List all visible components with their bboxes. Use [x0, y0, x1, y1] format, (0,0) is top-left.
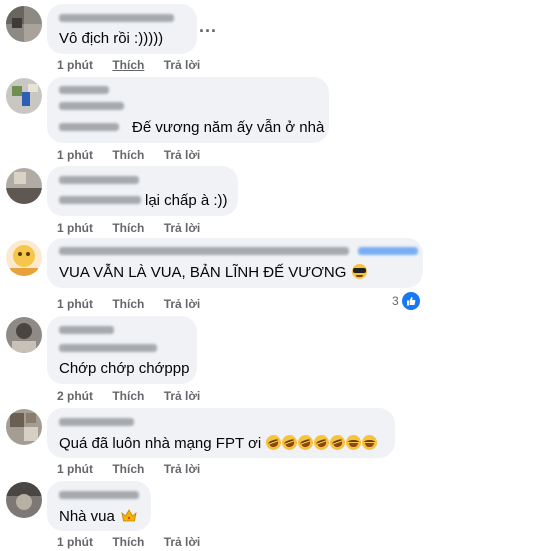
laughing-emoji: [280, 432, 300, 453]
blurred-author-name: [59, 326, 114, 334]
comment-bubble: lại chấp à :)): [47, 166, 238, 216]
like-reaction-icon: [401, 292, 420, 310]
like-button[interactable]: Thích: [112, 297, 144, 311]
comment-text: VUA VẪN LÀ VUA, BẢN LĨNH ĐẾ VƯƠNG: [59, 263, 367, 282]
comment-bubble: Nhà vua: [47, 481, 151, 531]
blurred-author-name: [59, 344, 157, 352]
sunglasses-emoji: [351, 264, 367, 279]
comment-text: Nhà vua: [59, 507, 137, 526]
comment-actions: 1 phút Thích Trả lời: [57, 462, 216, 476]
avatar[interactable]: [6, 240, 42, 276]
reply-button[interactable]: Trả lời: [164, 535, 201, 549]
avatar[interactable]: [6, 409, 42, 445]
like-button[interactable]: Thích: [112, 58, 144, 72]
blurred-author-name: [59, 86, 109, 94]
reaction-number: 3: [392, 294, 399, 308]
reply-button[interactable]: Trả lời: [164, 462, 201, 476]
laughing-emoji: [346, 435, 362, 450]
laughing-emoji: [362, 435, 378, 450]
comment-text: Chớp chớp chớppp: [59, 360, 190, 377]
comment-bubble: Quá đã luôn nhà mạng FPT ơi: [47, 408, 395, 458]
reply-button[interactable]: Trả lời: [164, 58, 201, 72]
blurred-author-name: [59, 14, 174, 22]
timestamp[interactable]: 1 phút: [57, 535, 93, 549]
timestamp[interactable]: 1 phút: [57, 58, 93, 72]
blurred-author-name: [59, 102, 124, 110]
timestamp[interactable]: 1 phút: [57, 148, 93, 162]
blurred-author-name: [59, 176, 139, 184]
comment-actions: 1 phút Thích Trả lời: [57, 58, 216, 72]
like-button[interactable]: Thích: [112, 462, 144, 476]
laughing-emoji: [264, 432, 284, 453]
timestamp[interactable]: 1 phút: [57, 297, 93, 311]
like-button[interactable]: Thích: [112, 389, 144, 403]
avatar[interactable]: [6, 168, 42, 204]
comment-actions: 1 phút Thích Trả lời: [57, 297, 216, 311]
like-button[interactable]: Thích: [112, 221, 144, 235]
comment-bubble: Vô địch rồi :))))): [47, 4, 197, 54]
comment-actions: 1 phút Thích Trả lời: [57, 221, 216, 235]
timestamp[interactable]: 1 phút: [57, 462, 93, 476]
laughing-emoji: [312, 432, 332, 453]
reply-button[interactable]: Trả lời: [164, 389, 201, 403]
blurred-author-name: [59, 247, 349, 255]
laughing-emoji: [328, 432, 348, 453]
timestamp[interactable]: 2 phút: [57, 389, 93, 403]
comment-actions: 1 phút Thích Trả lời: [57, 148, 216, 162]
laughing-emoji: [296, 432, 316, 453]
reaction-count[interactable]: 3: [392, 292, 420, 310]
comment-text: Vô địch rồi :))))): [59, 30, 164, 47]
comment-bubble: Đế vương năm ấy vẫn ở nhà: [47, 77, 329, 143]
comment-actions: 2 phút Thích Trả lời: [57, 389, 216, 403]
reply-button[interactable]: Trả lời: [164, 297, 201, 311]
blurred-author-name: [59, 123, 119, 131]
timestamp[interactable]: 1 phút: [57, 221, 93, 235]
comment-bubble: VUA VẪN LÀ VUA, BẢN LĨNH ĐẾ VƯƠNG: [47, 238, 423, 288]
blurred-author-name: [358, 247, 418, 255]
crown-emoji: [121, 509, 137, 522]
like-button[interactable]: Thích: [112, 535, 144, 549]
comment-text: lại chấp à :)): [145, 192, 228, 209]
reply-button[interactable]: Trả lời: [164, 221, 201, 235]
comment-text: Đế vương năm ấy vẫn ở nhà: [132, 119, 325, 136]
like-button[interactable]: Thích: [112, 148, 144, 162]
avatar[interactable]: [6, 482, 42, 518]
comment-text: Quá đã luôn nhà mạng FPT ơi: [59, 432, 378, 453]
comment-bubble: Chớp chớp chớppp: [47, 316, 197, 384]
avatar[interactable]: [6, 78, 42, 114]
blurred-author-name: [59, 196, 141, 204]
comment-actions: 1 phút Thích Trả lời: [57, 535, 216, 549]
avatar[interactable]: [6, 6, 42, 42]
avatar[interactable]: [6, 317, 42, 353]
more-options-icon[interactable]: ...: [199, 16, 217, 37]
blurred-author-name: [59, 491, 139, 499]
reply-button[interactable]: Trả lời: [164, 148, 201, 162]
blurred-author-name: [59, 418, 134, 426]
